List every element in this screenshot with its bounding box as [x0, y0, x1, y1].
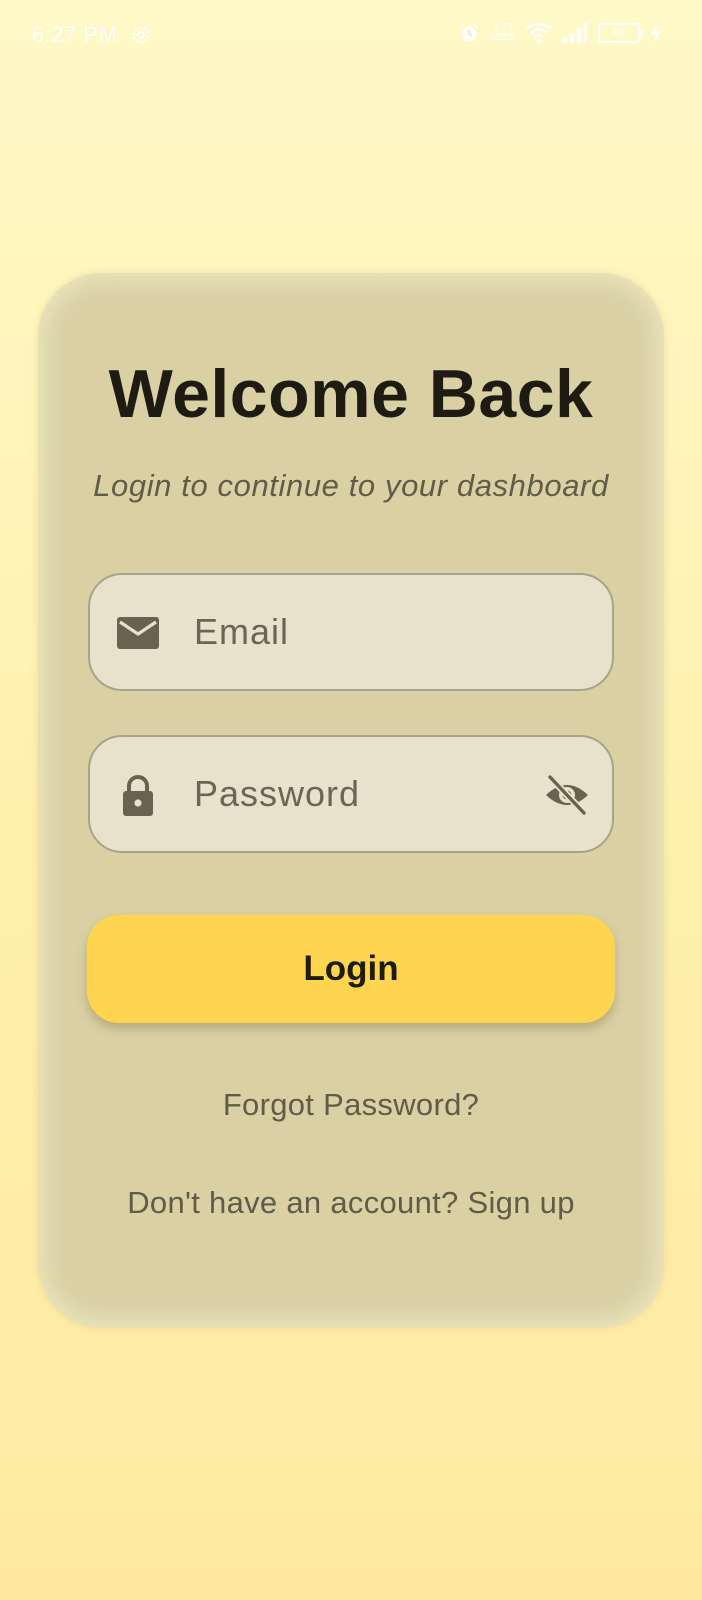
page-subtitle: Login to continue to your dashboard: [93, 468, 609, 503]
lock-icon: [123, 775, 153, 816]
email-input[interactable]: [194, 575, 524, 689]
net-speed: 1.73 MB/S: [490, 23, 516, 43]
page-title: Welcome Back: [108, 356, 594, 432]
battery-level: 89: [612, 27, 626, 39]
wifi-icon: [526, 22, 552, 43]
status-bar: 6:27 PM 1.73 MB/S 89: [0, 0, 702, 72]
status-time: 6:27 PM: [32, 22, 118, 47]
signal-icon: [563, 23, 587, 43]
email-field[interactable]: [88, 573, 614, 691]
net-speed-unit: MB/S: [490, 32, 516, 43]
mail-icon: [117, 617, 159, 649]
status-icons: 1.73 MB/S 89: [458, 22, 662, 44]
password-field[interactable]: [88, 735, 614, 853]
eye-off-icon[interactable]: [544, 773, 590, 817]
charging-icon: [651, 23, 661, 43]
signup-link[interactable]: Sign up: [468, 1185, 575, 1220]
battery-indicator: 89: [598, 23, 643, 43]
forgot-password-link[interactable]: Forgot Password?: [38, 1087, 664, 1123]
signup-row: Don't have an account? Sign up: [38, 1185, 664, 1221]
password-input[interactable]: [194, 737, 524, 851]
login-card: Welcome Back Login to continue to your d…: [38, 273, 664, 1328]
gear-icon: [132, 26, 150, 44]
signup-prompt: Don't have an account?: [127, 1185, 468, 1220]
alarm-icon: [460, 23, 478, 42]
login-button[interactable]: Login: [87, 915, 615, 1023]
